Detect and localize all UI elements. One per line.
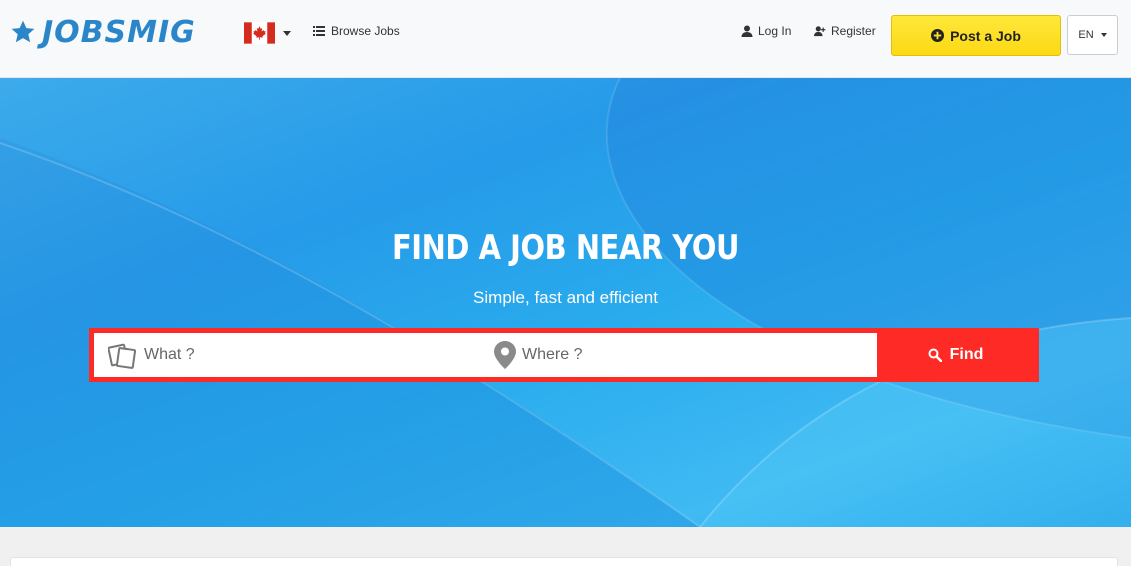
map-pin-icon	[494, 341, 516, 369]
login-label: Log In	[758, 24, 792, 38]
chevron-down-icon	[1100, 33, 1107, 37]
login-link[interactable]: Log In	[741, 24, 791, 38]
user-icon	[741, 25, 753, 37]
cards-icon	[108, 343, 137, 369]
where-field-container	[486, 333, 877, 377]
canada-flag-icon	[244, 22, 275, 44]
browse-jobs-label: Browse Jobs	[331, 24, 400, 38]
post-job-button[interactable]: Post a Job	[891, 15, 1061, 56]
site-logo[interactable]: JOBSMIG	[10, 14, 196, 50]
content-card	[10, 557, 1118, 566]
list-icon	[313, 26, 325, 36]
logo-text: JOBSMIG	[42, 14, 196, 50]
top-header: JOBSMIG Browse Jobs Log In Register Post…	[0, 0, 1131, 78]
where-search-input[interactable]	[516, 335, 877, 375]
what-field-container	[94, 333, 486, 377]
country-selector[interactable]	[244, 20, 291, 46]
chevron-down-icon	[283, 30, 291, 36]
job-search-form: Find	[89, 328, 1039, 382]
search-icon	[928, 348, 942, 362]
what-search-input[interactable]	[138, 335, 486, 375]
hero-subtitle: Simple, fast and efficient	[473, 288, 658, 307]
hero-title: FIND A JOB NEAR YOU	[391, 228, 740, 268]
language-label: EN	[1078, 29, 1094, 41]
find-label: Find	[949, 346, 984, 363]
star-icon	[11, 20, 35, 43]
browse-jobs-link[interactable]: Browse Jobs	[313, 24, 400, 38]
post-job-label: Post a Job	[950, 27, 1021, 44]
hero-banner: FIND A JOB NEAR YOU Simple, fast and eff…	[0, 78, 1131, 527]
language-selector[interactable]: EN	[1067, 15, 1118, 55]
find-button[interactable]: Find	[877, 333, 1034, 377]
plus-circle-icon	[931, 29, 945, 42]
register-link[interactable]: Register	[814, 24, 876, 38]
register-label: Register	[831, 24, 876, 38]
user-plus-icon	[814, 26, 826, 37]
